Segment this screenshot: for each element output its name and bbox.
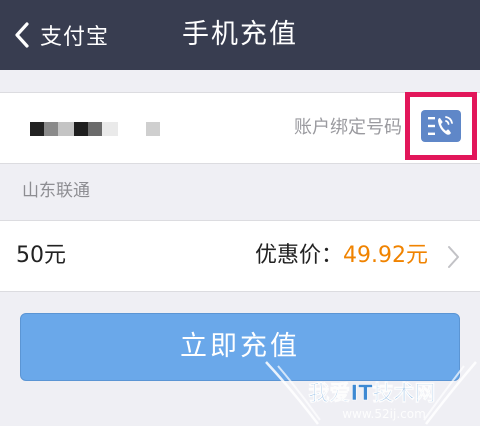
watermark-text: 我爱IT技术网 (308, 381, 435, 405)
face-value: 50元 (16, 243, 66, 268)
recharge-amount-row[interactable]: 50元 优惠价：49.92元 (0, 220, 480, 292)
page-title: 手机充值 (182, 19, 298, 50)
discount-price-label: 优惠价： (255, 243, 344, 268)
recharge-now-button[interactable]: 立即充值 (20, 313, 460, 381)
contact-picker-button[interactable] (405, 92, 477, 160)
discount-price-value: 49.92元 (343, 243, 428, 268)
phone-contact-icon (421, 110, 461, 142)
bound-number-hint: 账户绑定号码 (294, 117, 402, 138)
title-bar: 支付宝 手机充值 (0, 0, 480, 70)
chevron-right-icon (448, 246, 459, 268)
discount-price: 优惠价：49.92元 (255, 221, 428, 291)
carrier-label: 山东联通 (22, 181, 90, 201)
masked-phone-number (30, 122, 160, 136)
watermark-url: www.52ij.com (342, 407, 426, 421)
